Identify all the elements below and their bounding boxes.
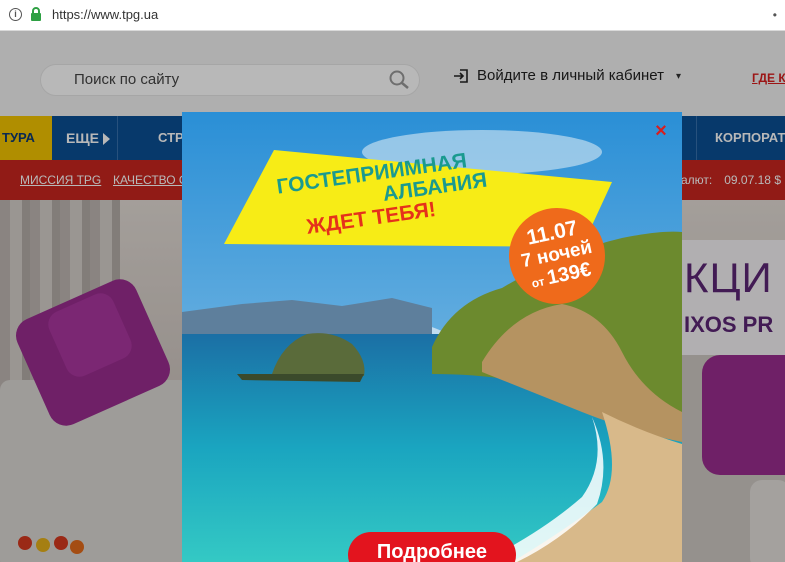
menu-dot-icon[interactable]: • (773, 8, 777, 22)
url-text[interactable]: https://www.tpg.ua (52, 7, 158, 22)
lock-icon (31, 7, 41, 21)
info-icon[interactable]: i (9, 8, 22, 21)
promo-popup[interactable]: × ГОСТЕПРИИМНАЯ АЛБАНИЯ ЖДЕТ ТЕБЯ! 11.07… (182, 112, 682, 562)
details-button[interactable]: Подробнее (348, 532, 516, 562)
close-icon[interactable]: × (650, 120, 672, 142)
browser-address-bar: i https://www.tpg.ua • (0, 0, 785, 31)
badge-from: от (530, 274, 546, 291)
